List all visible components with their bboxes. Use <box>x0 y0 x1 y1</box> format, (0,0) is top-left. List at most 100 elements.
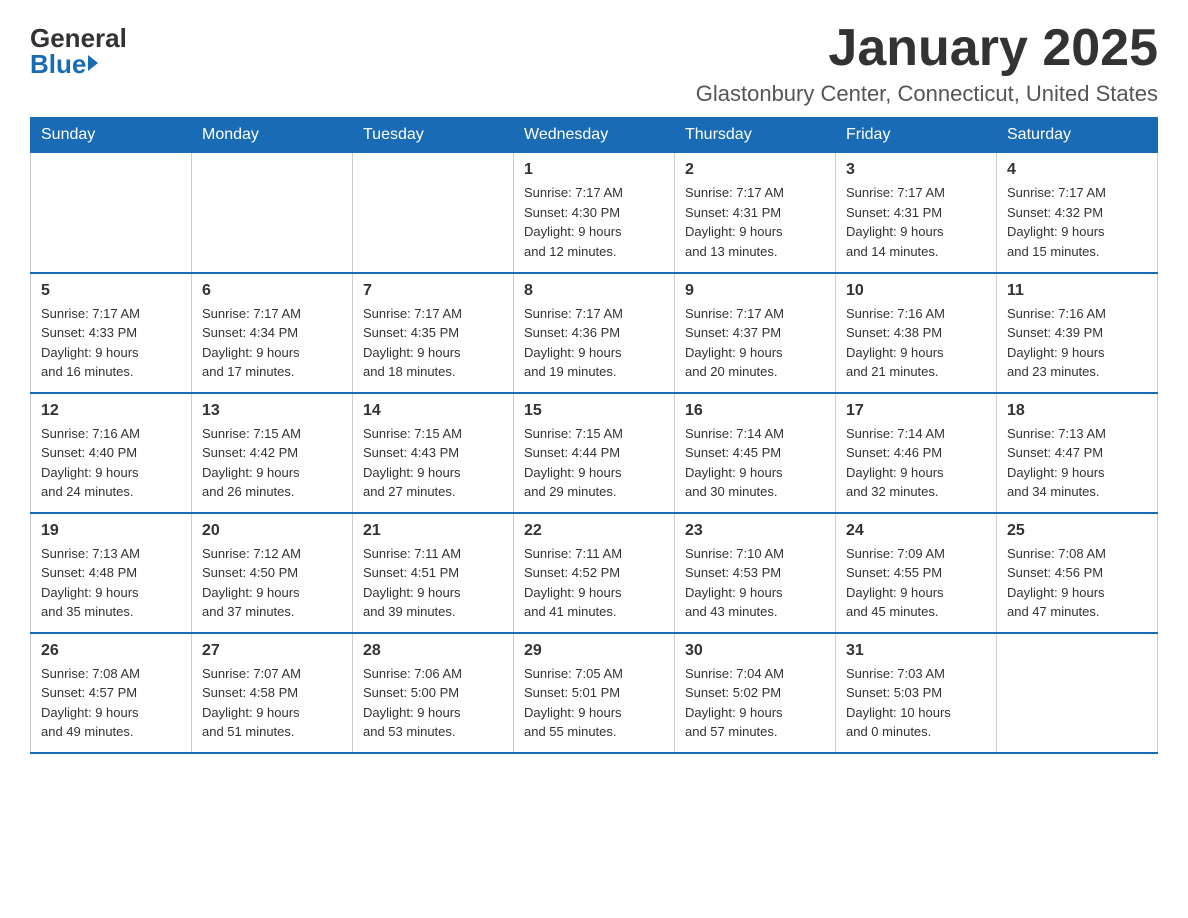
logo-blue-text: Blue <box>30 51 98 77</box>
weekday-header-wednesday: Wednesday <box>514 118 675 153</box>
day-info: Sunrise: 7:08 AM Sunset: 4:57 PM Dayligh… <box>41 664 181 742</box>
calendar-cell <box>31 153 192 273</box>
calendar-cell: 22Sunrise: 7:11 AM Sunset: 4:52 PM Dayli… <box>514 513 675 633</box>
day-number: 10 <box>846 282 986 300</box>
day-number: 3 <box>846 161 986 179</box>
weekday-header-tuesday: Tuesday <box>353 118 514 153</box>
calendar-cell: 23 Sunrise: 7:10 AM Sunset: 4:53 PM Dayli… <box>675 513 836 633</box>
day-number: 11 <box>1007 282 1147 300</box>
calendar-cell: 29Sunrise: 7:05 AM Sunset: 5:01 PM Dayli… <box>514 633 675 753</box>
calendar-cell: 21 Sunrise: 7:11 AM Sunset: 4:51 PM Dayli… <box>353 513 514 633</box>
day-number: 29 <box>524 642 664 660</box>
calendar-cell: 26 Sunrise: 7:08 AM Sunset: 4:57 PM Dayli… <box>31 633 192 753</box>
day-info: Sunrise: 7:07 AM Sunset: 4:58 PM Dayligh… <box>202 664 342 742</box>
day-info: Sunrise: 7:17 AM Sunset: 4:30 PM Dayligh… <box>524 183 664 261</box>
calendar-cell: 15Sunrise: 7:15 AM Sunset: 4:44 PM Dayli… <box>514 393 675 513</box>
header: General Blue January 2025 Glastonbury Ce… <box>30 20 1158 107</box>
day-info: Sunrise: 7:17 AM Sunset: 4:36 PM Dayligh… <box>524 304 664 382</box>
day-info: Sunrise: 7:11 AM Sunset: 4:52 PM Dayligh… <box>524 544 664 622</box>
day-number: 6 <box>202 282 342 300</box>
day-number: 23 <box>685 522 825 540</box>
calendar-cell: 13Sunrise: 7:15 AM Sunset: 4:42 PM Dayli… <box>192 393 353 513</box>
weekday-header-monday: Monday <box>192 118 353 153</box>
calendar-cell: 3 Sunrise: 7:17 AM Sunset: 4:31 PM Daylig… <box>836 153 997 273</box>
calendar-cell: 31 Sunrise: 7:03 AM Sunset: 5:03 PM Dayli… <box>836 633 997 753</box>
calendar-cell: 8Sunrise: 7:17 AM Sunset: 4:36 PM Daylig… <box>514 273 675 393</box>
weekday-header-saturday: Saturday <box>997 118 1158 153</box>
day-number: 21 <box>363 522 503 540</box>
day-info: Sunrise: 7:17 AM Sunset: 4:37 PM Dayligh… <box>685 304 825 382</box>
day-info: Sunrise: 7:11 AM Sunset: 4:51 PM Dayligh… <box>363 544 503 622</box>
calendar-cell: 7 Sunrise: 7:17 AM Sunset: 4:35 PM Daylig… <box>353 273 514 393</box>
day-number: 9 <box>685 282 825 300</box>
day-number: 15 <box>524 402 664 420</box>
calendar-header: SundayMondayTuesdayWednesdayThursdayFrid… <box>31 118 1158 153</box>
calendar-cell <box>353 153 514 273</box>
calendar-cell: 2Sunrise: 7:17 AM Sunset: 4:31 PM Daylig… <box>675 153 836 273</box>
calendar-cell: 25 Sunrise: 7:08 AM Sunset: 4:56 PM Dayli… <box>997 513 1158 633</box>
day-number: 31 <box>846 642 986 660</box>
day-info: Sunrise: 7:14 AM Sunset: 4:46 PM Dayligh… <box>846 424 986 502</box>
day-number: 25 <box>1007 522 1147 540</box>
weekday-header-sunday: Sunday <box>31 118 192 153</box>
calendar-cell: 18Sunrise: 7:13 AM Sunset: 4:47 PM Dayli… <box>997 393 1158 513</box>
day-info: Sunrise: 7:17 AM Sunset: 4:31 PM Dayligh… <box>846 183 986 261</box>
day-number: 14 <box>363 402 503 420</box>
day-info: Sunrise: 7:14 AM Sunset: 4:45 PM Dayligh… <box>685 424 825 502</box>
day-number: 19 <box>41 522 181 540</box>
day-info: Sunrise: 7:09 AM Sunset: 4:55 PM Dayligh… <box>846 544 986 622</box>
day-info: Sunrise: 7:04 AM Sunset: 5:02 PM Dayligh… <box>685 664 825 742</box>
calendar-week-row: 26 Sunrise: 7:08 AM Sunset: 4:57 PM Dayli… <box>31 633 1158 753</box>
day-info: Sunrise: 7:17 AM Sunset: 4:33 PM Dayligh… <box>41 304 181 382</box>
day-info: Sunrise: 7:15 AM Sunset: 4:43 PM Dayligh… <box>363 424 503 502</box>
calendar-cell: 5 Sunrise: 7:17 AM Sunset: 4:33 PM Daylig… <box>31 273 192 393</box>
day-info: Sunrise: 7:13 AM Sunset: 4:47 PM Dayligh… <box>1007 424 1147 502</box>
day-number: 20 <box>202 522 342 540</box>
calendar-cell <box>997 633 1158 753</box>
day-number: 28 <box>363 642 503 660</box>
day-info: Sunrise: 7:16 AM Sunset: 4:40 PM Dayligh… <box>41 424 181 502</box>
day-info: Sunrise: 7:17 AM Sunset: 4:35 PM Dayligh… <box>363 304 503 382</box>
calendar-cell: 17 Sunrise: 7:14 AM Sunset: 4:46 PM Dayli… <box>836 393 997 513</box>
day-number: 24 <box>846 522 986 540</box>
day-number: 17 <box>846 402 986 420</box>
calendar-cell <box>192 153 353 273</box>
day-info: Sunrise: 7:10 AM Sunset: 4:53 PM Dayligh… <box>685 544 825 622</box>
calendar-cell: 10 Sunrise: 7:16 AM Sunset: 4:38 PM Dayli… <box>836 273 997 393</box>
calendar-cell: 27 Sunrise: 7:07 AM Sunset: 4:58 PM Dayli… <box>192 633 353 753</box>
calendar-cell: 9 Sunrise: 7:17 AM Sunset: 4:37 PM Daylig… <box>675 273 836 393</box>
calendar-cell: 20 Sunrise: 7:12 AM Sunset: 4:50 PM Dayli… <box>192 513 353 633</box>
day-info: Sunrise: 7:06 AM Sunset: 5:00 PM Dayligh… <box>363 664 503 742</box>
calendar-cell: 30Sunrise: 7:04 AM Sunset: 5:02 PM Dayli… <box>675 633 836 753</box>
calendar-week-row: 19Sunrise: 7:13 AM Sunset: 4:48 PM Dayli… <box>31 513 1158 633</box>
calendar-body: 1Sunrise: 7:17 AM Sunset: 4:30 PM Daylig… <box>31 153 1158 753</box>
day-number: 7 <box>363 282 503 300</box>
logo-general-text: General <box>30 25 127 51</box>
calendar-week-row: 12 Sunrise: 7:16 AM Sunset: 4:40 PM Dayli… <box>31 393 1158 513</box>
calendar-cell: 24 Sunrise: 7:09 AM Sunset: 4:55 PM Dayli… <box>836 513 997 633</box>
day-info: Sunrise: 7:17 AM Sunset: 4:34 PM Dayligh… <box>202 304 342 382</box>
day-info: Sunrise: 7:17 AM Sunset: 4:32 PM Dayligh… <box>1007 183 1147 261</box>
day-info: Sunrise: 7:08 AM Sunset: 4:56 PM Dayligh… <box>1007 544 1147 622</box>
day-info: Sunrise: 7:16 AM Sunset: 4:38 PM Dayligh… <box>846 304 986 382</box>
day-info: Sunrise: 7:12 AM Sunset: 4:50 PM Dayligh… <box>202 544 342 622</box>
calendar-week-row: 5 Sunrise: 7:17 AM Sunset: 4:33 PM Daylig… <box>31 273 1158 393</box>
weekday-row: SundayMondayTuesdayWednesdayThursdayFrid… <box>31 118 1158 153</box>
calendar-cell: 6 Sunrise: 7:17 AM Sunset: 4:34 PM Daylig… <box>192 273 353 393</box>
weekday-header-friday: Friday <box>836 118 997 153</box>
calendar-cell: 16Sunrise: 7:14 AM Sunset: 4:45 PM Dayli… <box>675 393 836 513</box>
day-number: 26 <box>41 642 181 660</box>
logo-arrow-icon <box>88 55 98 71</box>
calendar-table: SundayMondayTuesdayWednesdayThursdayFrid… <box>30 117 1158 754</box>
calendar-cell: 12 Sunrise: 7:16 AM Sunset: 4:40 PM Dayli… <box>31 393 192 513</box>
day-number: 5 <box>41 282 181 300</box>
calendar-cell: 19Sunrise: 7:13 AM Sunset: 4:48 PM Dayli… <box>31 513 192 633</box>
day-info: Sunrise: 7:03 AM Sunset: 5:03 PM Dayligh… <box>846 664 986 742</box>
day-info: Sunrise: 7:16 AM Sunset: 4:39 PM Dayligh… <box>1007 304 1147 382</box>
calendar-cell: 28 Sunrise: 7:06 AM Sunset: 5:00 PM Dayli… <box>353 633 514 753</box>
day-number: 13 <box>202 402 342 420</box>
day-number: 12 <box>41 402 181 420</box>
calendar-cell: 11 Sunrise: 7:16 AM Sunset: 4:39 PM Dayli… <box>997 273 1158 393</box>
day-number: 27 <box>202 642 342 660</box>
weekday-header-thursday: Thursday <box>675 118 836 153</box>
